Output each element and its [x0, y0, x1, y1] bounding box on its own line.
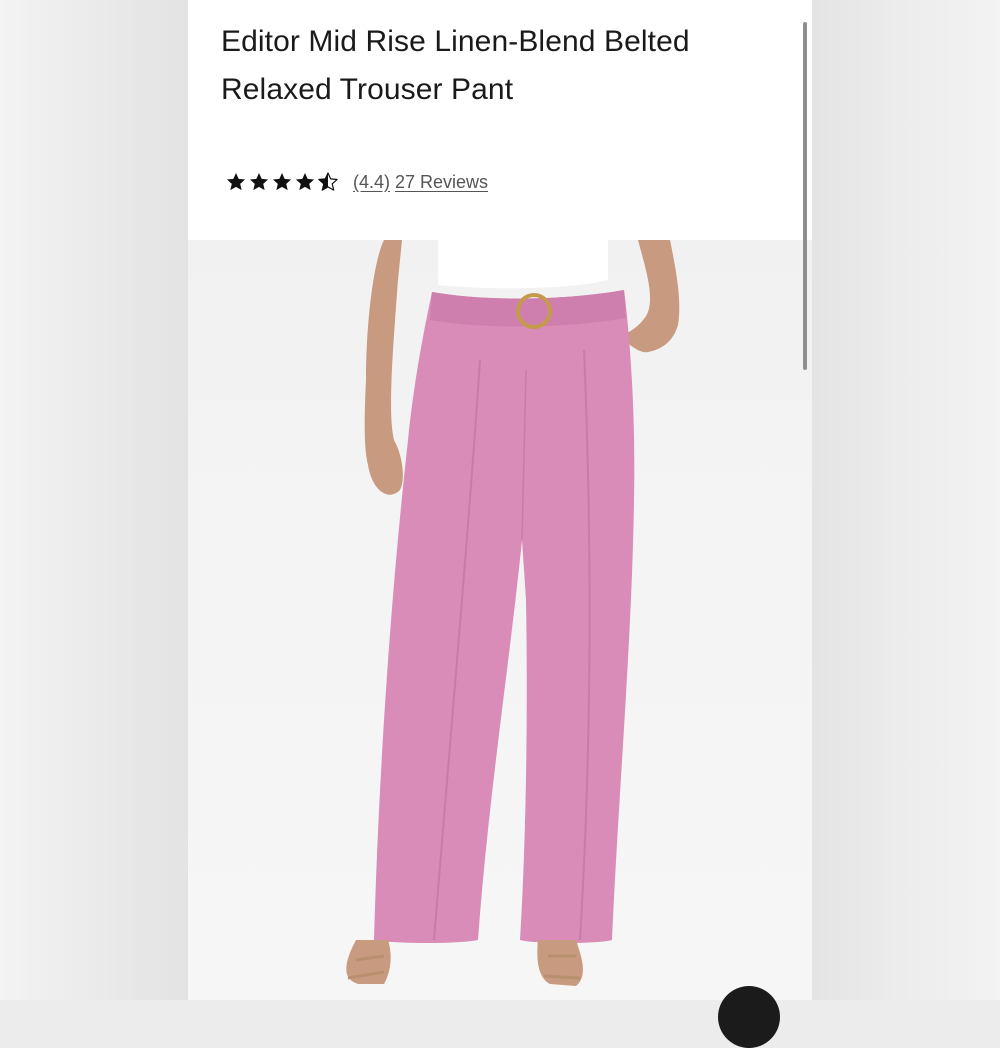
rating-stars: [225, 171, 339, 193]
star-icon: [272, 173, 292, 191]
floating-button[interactable]: [718, 986, 780, 1048]
product-rating[interactable]: (4.4) 27 Reviews: [225, 167, 488, 197]
reviews-link[interactable]: (4.4) 27 Reviews: [353, 172, 488, 193]
product-card: Editor Mid Rise Linen-Blend Belted Relax…: [188, 0, 812, 1000]
product-image[interactable]: [188, 240, 812, 1000]
scrollbar[interactable]: [803, 22, 807, 370]
blurred-background-right: [812, 0, 1000, 1000]
rating-value: (4.4): [353, 171, 391, 192]
product-title-line-2: Relaxed Trouser Pant: [221, 73, 514, 106]
star-icon: [249, 173, 269, 191]
product-title: Editor Mid Rise Linen-Blend Belted Relax…: [221, 18, 781, 114]
product-photo-illustration: [346, 240, 680, 986]
blurred-background-left: [0, 0, 188, 1000]
star-icon: [226, 173, 246, 191]
product-title-line-1: Editor Mid Rise Linen-Blend Belted: [221, 25, 690, 58]
star-icon: [295, 173, 315, 191]
star-half-icon: [318, 172, 338, 191]
review-count: 27 Reviews: [395, 171, 489, 192]
product-header: Editor Mid Rise Linen-Blend Belted Relax…: [188, 0, 812, 240]
